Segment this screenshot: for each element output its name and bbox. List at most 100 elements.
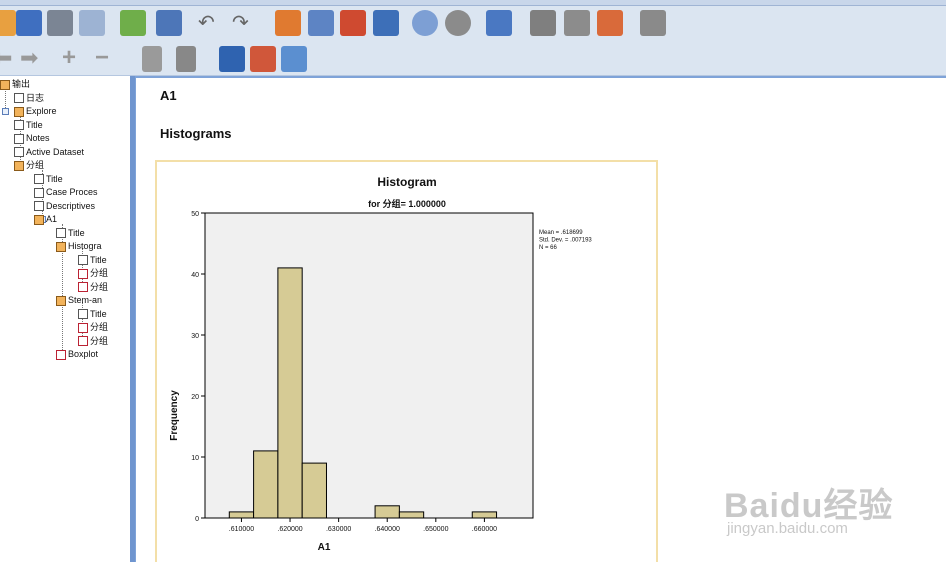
designate-window-icon[interactable] (486, 10, 512, 36)
text-item-icon (34, 201, 44, 212)
save-icon[interactable] (16, 10, 42, 36)
x-tick-label: .660000 (472, 526, 497, 533)
tree-node-label: Title (90, 254, 107, 265)
histogram-chart-frame[interactable]: Histogram for 分组= 1.000000 0 10 20 30 40 50 .6… (155, 160, 658, 562)
tree-node-label: Descriptives (46, 200, 96, 211)
tree-node-label: Explore (26, 106, 57, 116)
histogram-bar (277, 267, 303, 519)
histogram-bar (228, 511, 255, 519)
text-item-icon (14, 133, 24, 144)
book-icon (14, 106, 24, 117)
expand-icon[interactable]: + (62, 46, 88, 72)
tree-node[interactable]: 分组 (78, 281, 108, 293)
print-icon[interactable] (47, 10, 73, 36)
tree-node[interactable]: Descriptives (34, 200, 95, 212)
tree-node-label: A1 (46, 214, 58, 224)
tree-node-label: Title (26, 119, 43, 130)
promote-icon[interactable]: ⬅ (0, 46, 12, 72)
histogram-bar (471, 511, 498, 519)
show-icon[interactable] (142, 46, 162, 72)
tree-node[interactable]: Title (34, 173, 63, 185)
tree-node[interactable]: 分组 (78, 321, 108, 333)
tree-node-label: Title (68, 227, 85, 238)
redo-icon[interactable]: ↷ (232, 13, 254, 33)
text-item-icon (14, 147, 24, 158)
histogram-bar (301, 462, 327, 519)
x-axis-label: A1 (318, 542, 331, 553)
tree-node[interactable]: A1 (34, 213, 57, 225)
output-heading: A1 (160, 88, 177, 103)
demote-icon[interactable]: ➡ (20, 46, 46, 72)
insert-page-break-icon[interactable] (281, 46, 307, 72)
x-tick-label: .620000 (277, 526, 302, 533)
tree-node[interactable]: Title (78, 254, 107, 266)
goto-variable-icon[interactable] (308, 10, 334, 36)
x-tick-label: .640000 (375, 526, 400, 533)
insert-text-icon[interactable] (564, 10, 590, 36)
tree-node[interactable]: 分组 (78, 267, 108, 279)
book-icon (0, 79, 10, 90)
tree-node[interactable]: Boxplot (56, 348, 98, 360)
tree-node[interactable]: 分组 (78, 335, 108, 347)
output-outline-tree[interactable]: 输出 日志 Explore Title Notes Active Dataset 分组 Tit… (0, 76, 131, 562)
recall-dialog-icon[interactable] (156, 10, 182, 36)
main-toolbar: ↶ ↷ (0, 6, 946, 41)
tree-node[interactable]: Histogra (56, 240, 102, 252)
tree-node-label: 分组 (90, 281, 109, 292)
y-tick-label: 50 (191, 211, 199, 218)
hide-icon[interactable] (176, 46, 196, 72)
collapse-explore-icon[interactable] (2, 108, 9, 115)
tree-node-label: Title (90, 308, 107, 319)
book-icon (34, 214, 44, 225)
print-preview-icon[interactable] (79, 10, 105, 36)
tree-node[interactable]: Title (14, 119, 43, 131)
tree-node[interactable]: Title (78, 308, 107, 320)
histogram-bar (253, 450, 279, 519)
text-item-icon (78, 255, 88, 266)
book-icon (56, 241, 66, 252)
y-tick-label: 0 (195, 516, 199, 523)
insert-heading-icon[interactable] (219, 46, 245, 72)
chart-item-icon (56, 349, 66, 360)
disabled-tool-icon[interactable] (640, 10, 666, 36)
histogram-bar (398, 511, 425, 519)
open-icon[interactable] (0, 10, 16, 36)
tree-node[interactable]: 日志 (14, 92, 44, 104)
tree-node[interactable]: Stem-an (56, 294, 102, 306)
collapse-icon[interactable]: − (95, 46, 121, 72)
x-tick-label: .630000 (326, 526, 351, 533)
tree-node-label: 日志 (26, 92, 45, 103)
tree-node[interactable]: Title (56, 227, 85, 239)
y-tick-label: 40 (191, 272, 199, 279)
insert-output-icon[interactable] (530, 10, 556, 36)
tree-node-label: Histogra (68, 241, 102, 251)
watermark-url: jingyan.baidu.com (727, 520, 848, 537)
book-icon (14, 160, 24, 171)
stats-line: Mean = .618699 (539, 230, 583, 236)
tree-node[interactable]: Explore (14, 105, 57, 117)
tree-node[interactable]: 分组 (14, 159, 44, 171)
tree-node-label: Notes (26, 133, 50, 143)
export-icon[interactable] (120, 10, 146, 36)
chart-item-icon (78, 322, 88, 333)
histogram-bar (374, 505, 400, 519)
tree-node[interactable]: Case Proces (34, 186, 98, 198)
tree-node[interactable]: 输出 (0, 78, 30, 90)
tree-node[interactable]: Notes (14, 132, 50, 144)
tree-node[interactable]: Active Dataset (14, 146, 84, 158)
tree-node-label: Stem-an (68, 295, 103, 305)
run-script-icon[interactable] (597, 10, 623, 36)
variables-icon[interactable] (340, 10, 366, 36)
y-tick-label: 30 (191, 333, 199, 340)
chart-subtitle: for 分组= 1.000000 (368, 198, 446, 209)
undo-icon[interactable]: ↶ (198, 13, 220, 33)
spelling-icon[interactable] (445, 10, 471, 36)
goto-case-icon[interactable] (275, 10, 301, 36)
y-axis-label: Frequency (169, 390, 180, 441)
tree-node-label: Title (46, 173, 63, 184)
insert-title-icon[interactable] (250, 46, 276, 72)
use-variable-sets-icon[interactable] (373, 10, 399, 36)
stats-line: N = 66 (539, 245, 558, 251)
y-tick-label: 10 (191, 455, 199, 462)
show-all-variables-icon[interactable] (412, 10, 438, 36)
